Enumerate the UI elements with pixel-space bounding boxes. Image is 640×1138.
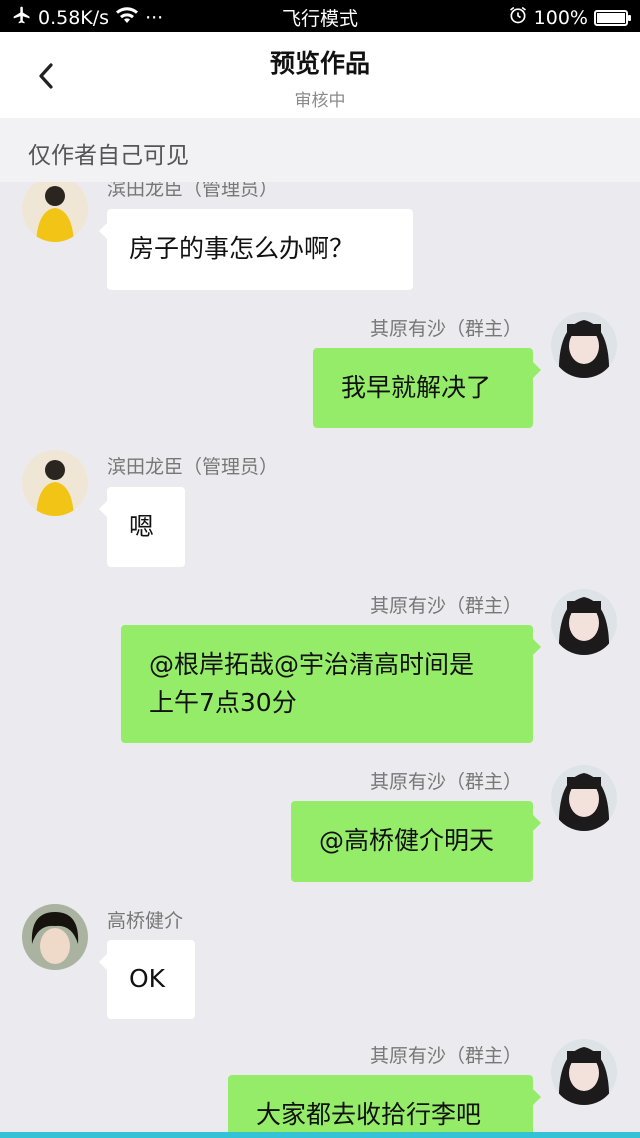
avatar-kihara[interactable] (551, 589, 617, 655)
message-bubble[interactable]: OK (99, 940, 195, 1019)
message-bubble[interactable]: 嗯 (99, 487, 185, 567)
avatar-kihara[interactable] (551, 765, 617, 831)
avatar-kihara[interactable] (551, 1039, 617, 1105)
nav-header: 预览作品 审核中 (0, 32, 640, 118)
battery-icon (594, 9, 631, 26)
message-bubble[interactable]: 房子的事怎么办啊？ (99, 209, 413, 290)
review-status: 审核中 (294, 91, 346, 111)
message-bubble[interactable]: 我早就解决了 (313, 348, 541, 428)
visibility-notice-text: 仅作者自己可见 (28, 143, 189, 169)
avatar-takahashi[interactable] (22, 904, 88, 970)
message-bubble[interactable]: 大家都去收拾行李吧 (228, 1075, 541, 1132)
chat-message-list[interactable]: 滨田龙臣（管理员） 房子的事怎么办啊？ 其原有沙（群主） 我早就解决了 滨田龙臣… (0, 182, 640, 1132)
visibility-notice: 仅作者自己可见 (0, 118, 640, 182)
sender-name: 其原有沙（群主） (369, 318, 522, 340)
sender-name: 高桥健介 (107, 910, 184, 932)
sender-name: 其原有沙（群主） (369, 771, 522, 793)
alarm-clock-icon (508, 5, 528, 30)
sender-name: 其原有沙（群主） (369, 1045, 522, 1067)
status-bar: 0.58K/s ··· 飞行模式 100% (0, 0, 640, 32)
message-line: 上午7点30分 (149, 688, 297, 717)
avatar-hamada[interactable] (22, 182, 88, 242)
page-title: 预览作品 (269, 49, 370, 78)
sender-name: 其原有沙（群主） (369, 595, 522, 617)
message-bubble[interactable]: @根岸拓哉@宇治清高时间是 上午7点30分 (121, 625, 541, 743)
avatar-hamada[interactable] (22, 450, 88, 516)
battery-percent: 100% (533, 6, 588, 29)
message-line: @根岸拓哉@宇治清高时间是 (149, 650, 475, 679)
bottom-accent-bar (0, 1132, 640, 1138)
avatar-kihara[interactable] (551, 312, 617, 378)
sender-name: 滨田龙臣（管理员） (107, 456, 279, 478)
sender-name: 滨田龙臣（管理员） (107, 182, 279, 200)
message-bubble[interactable]: @高桥健介明天 (291, 801, 541, 882)
battery-level-fill (597, 12, 625, 23)
